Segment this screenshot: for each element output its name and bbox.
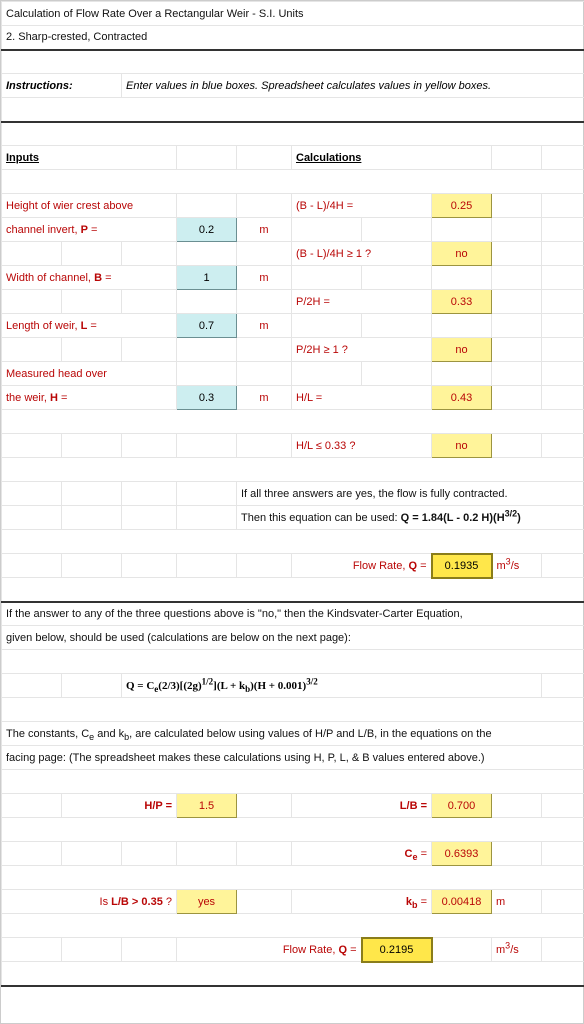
contracted-note2: Then this equation can be used: Q = 1.84… [237, 506, 584, 530]
flowrate1-value: 0.1935 [432, 554, 492, 578]
b-label: Width of channel, B = [2, 266, 177, 290]
calc2-value: no [432, 242, 492, 266]
l-label: Length of weir, L = [2, 314, 177, 338]
flowrate2-value: 0.2195 [362, 938, 432, 962]
instructions-text: Enter values in blue boxes. Spreadsheet … [122, 74, 584, 98]
b-unit: m [237, 266, 292, 290]
lb-check-label: Is L/B > 0.35 ? [2, 890, 177, 914]
h-input[interactable]: 0.3 [177, 386, 237, 410]
lb-value: 0.700 [432, 794, 492, 818]
lb-label: L/B = [292, 794, 432, 818]
kb-value: 0.00418 [432, 890, 492, 914]
calc3-label: P/2H = [292, 290, 432, 314]
ce-value: 0.6393 [432, 842, 492, 866]
page-title: Calculation of Flow Rate Over a Rectangu… [2, 2, 584, 26]
calc5-value: 0.43 [432, 386, 492, 410]
flowrate1-unit: m3/s [492, 554, 542, 578]
hp-label: H/P = [62, 794, 177, 818]
flowrate2-label: Flow Rate, Q = [177, 938, 362, 962]
contracted-note1: If all three answers are yes, the flow i… [237, 482, 584, 506]
hp-value: 1.5 [177, 794, 237, 818]
spreadsheet: Calculation of Flow Rate Over a Rectangu… [0, 0, 584, 1024]
p-unit: m [237, 218, 292, 242]
instructions-label: Instructions: [2, 74, 122, 98]
lb-check-value: yes [177, 890, 237, 914]
calc4-value: no [432, 338, 492, 362]
p-label-line2: channel invert, P = [2, 218, 177, 242]
grid-table: Calculation of Flow Rate Over a Rectangu… [1, 1, 584, 987]
inputs-header: Inputs [2, 146, 177, 170]
calculations-header: Calculations [292, 146, 492, 170]
calc3-value: 0.33 [432, 290, 492, 314]
calc1-value: 0.25 [432, 194, 492, 218]
h-unit: m [237, 386, 292, 410]
flowrate2-unit: m3/s [492, 938, 542, 962]
calc4-label: P/2H ≥ 1 ? [292, 338, 432, 362]
kc-note2: given below, should be used (calculation… [2, 626, 584, 650]
calc2-label: (B - L)/4H ≥ 1 ? [292, 242, 432, 266]
ce-label: Ce = [292, 842, 432, 866]
constants-note2: facing page: (The spreadsheet makes thes… [2, 746, 584, 770]
calc6-label: H/L ≤ 0.33 ? [292, 434, 432, 458]
kb-label: kb = [292, 890, 432, 914]
kb-unit: m [492, 890, 542, 914]
calc6-value: no [432, 434, 492, 458]
calc5-label: H/L = [292, 386, 432, 410]
l-unit: m [237, 314, 292, 338]
h-label-line2: the weir, H = [2, 386, 177, 410]
h-label-line1: Measured head over [2, 362, 177, 386]
b-input[interactable]: 1 [177, 266, 237, 290]
p-label-line1: Height of wier crest above [2, 194, 177, 218]
calc1-label: (B - L)/4H = [292, 194, 432, 218]
kc-equation: Q = Ce(2/3)[(2g)1/2](L + kb)(H + 0.001)3… [122, 674, 542, 698]
page-subtitle: 2. Sharp-crested, Contracted [2, 26, 584, 50]
flowrate1-label: Flow Rate, Q = [292, 554, 432, 578]
kc-note1: If the answer to any of the three questi… [2, 602, 584, 626]
constants-note1: The constants, Ce and kb, are calculated… [2, 722, 584, 746]
p-input[interactable]: 0.2 [177, 218, 237, 242]
l-input[interactable]: 0.7 [177, 314, 237, 338]
